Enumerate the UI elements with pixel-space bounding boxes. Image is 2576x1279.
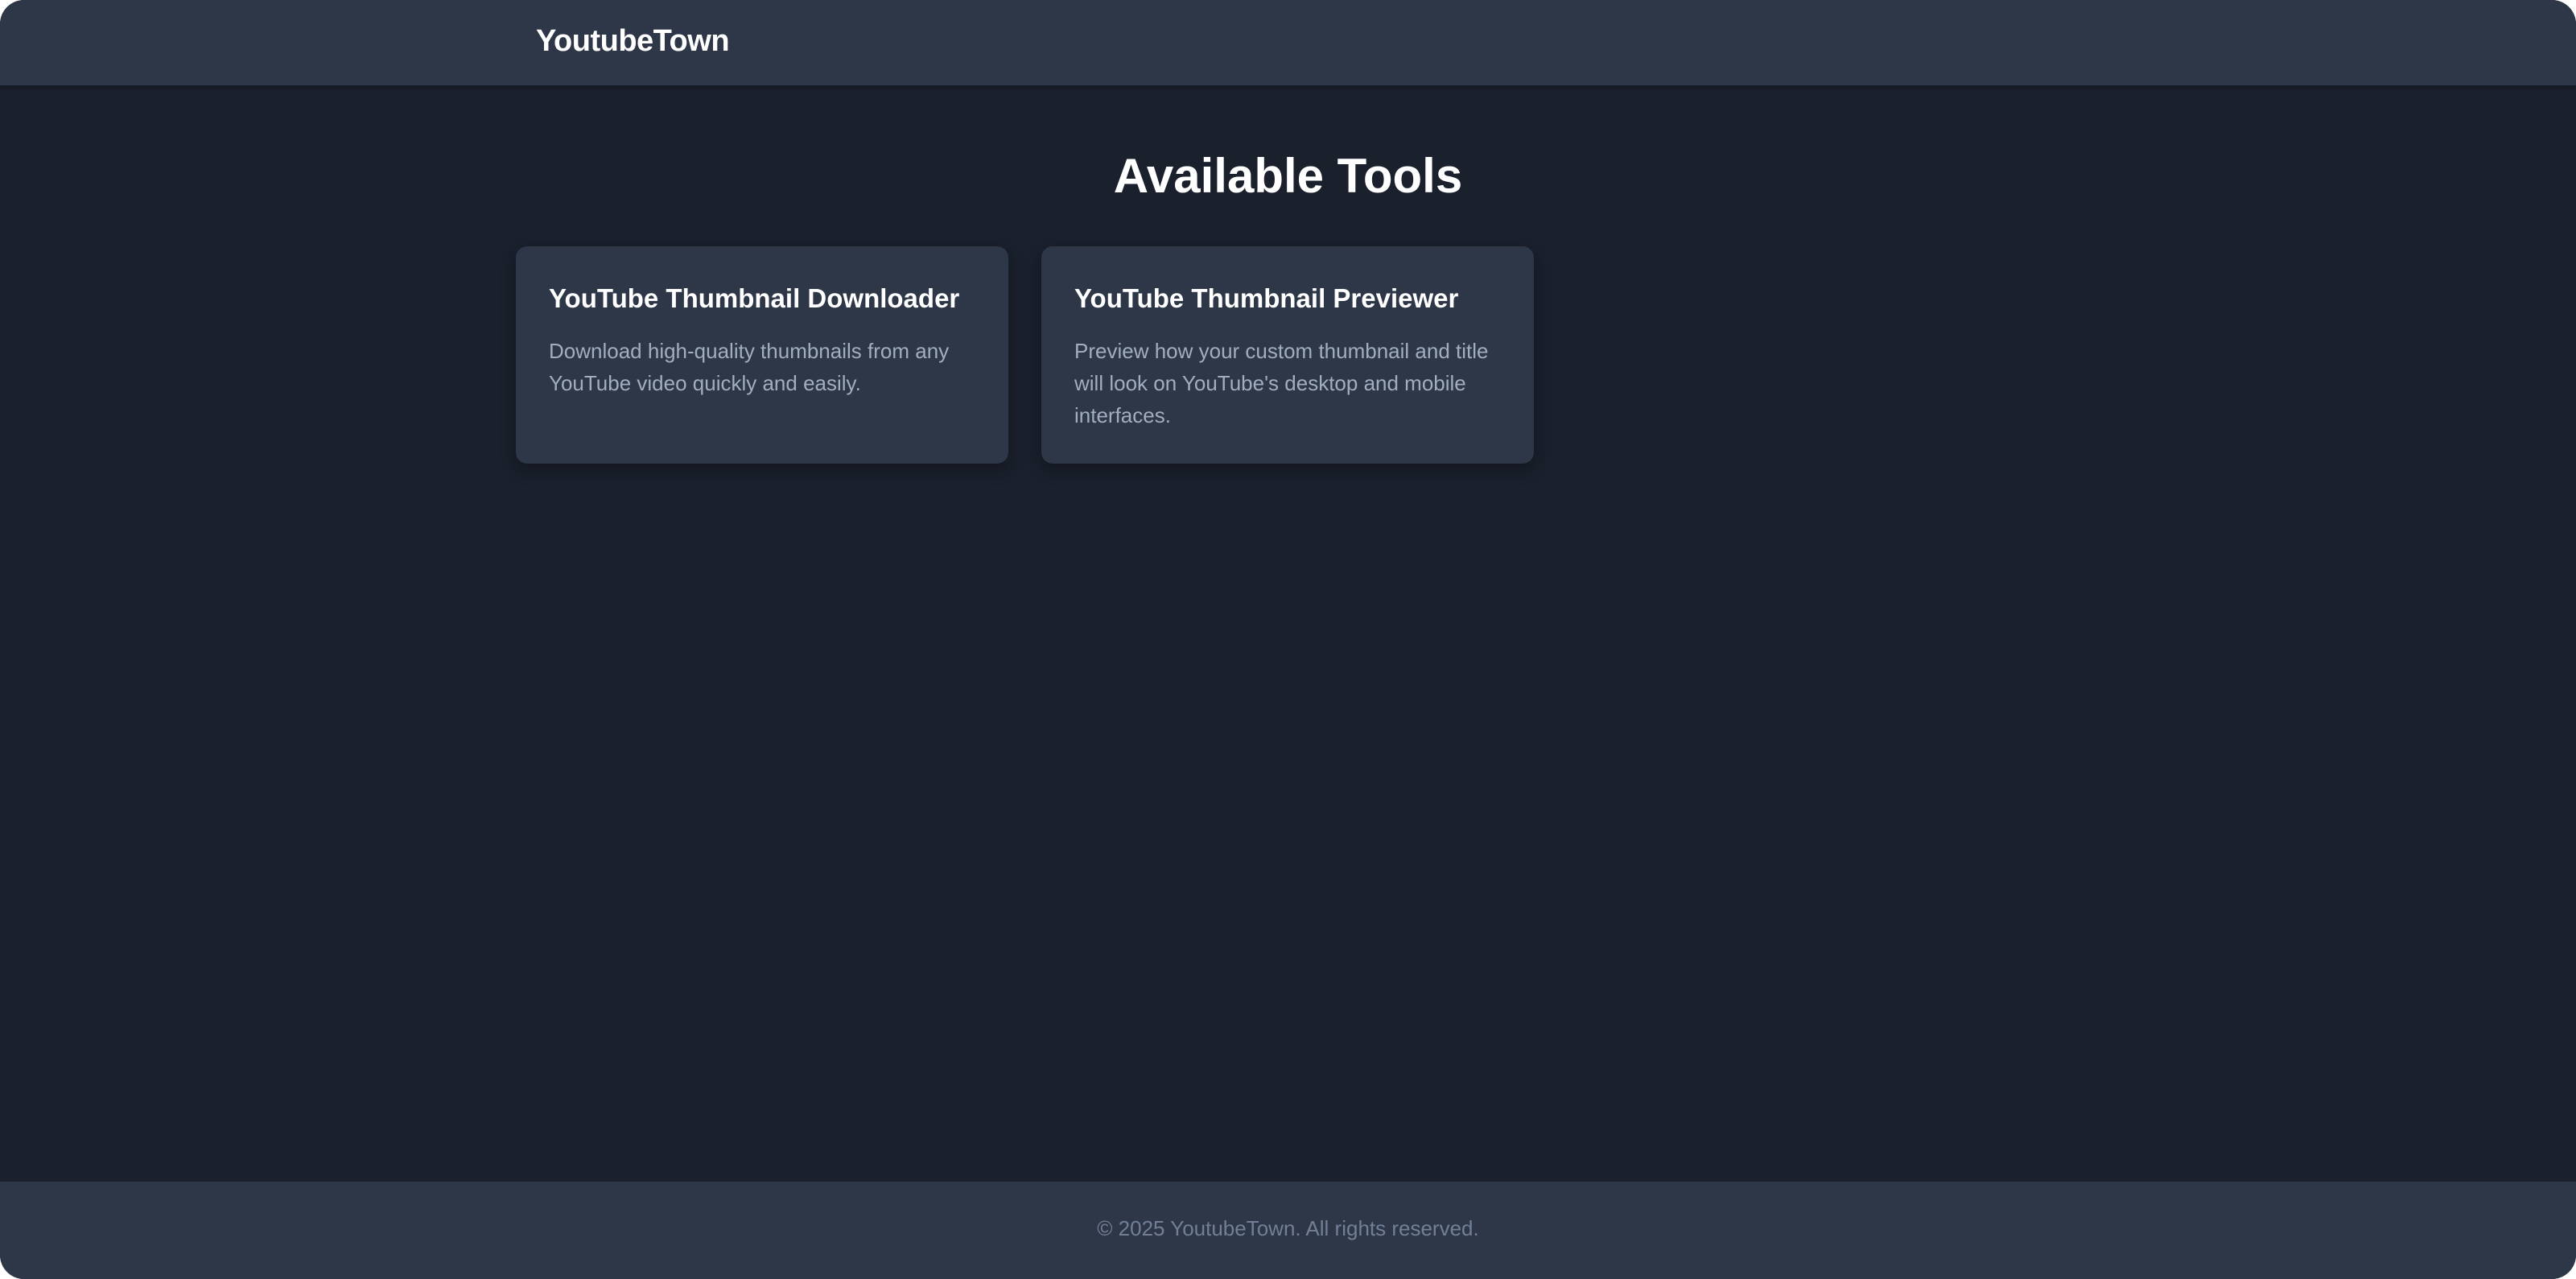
header: YoutubeTown (0, 0, 2576, 85)
page-title: Available Tools (1113, 149, 1463, 203)
tool-card-description: Download high-quality thumbnails from an… (549, 339, 950, 395)
tool-card-description: Preview how your custom thumbnail and ti… (1074, 339, 1489, 427)
tool-card-thumbnail-previewer[interactable]: YouTube Thumbnail Previewer Preview how … (1041, 246, 1534, 464)
tool-card-title: YouTube Thumbnail Previewer (1074, 283, 1459, 313)
app-window: YoutubeTown Available Tools YouTube Thum… (0, 0, 2576, 1279)
copyright-text: © 2025 YoutubeTown. All rights reserved. (1097, 1216, 1479, 1240)
tool-card-thumbnail-downloader[interactable]: YouTube Thumbnail Downloader Download hi… (516, 246, 1008, 464)
footer: © 2025 YoutubeTown. All rights reserved. (0, 1182, 2576, 1279)
tool-card-title: YouTube Thumbnail Downloader (549, 283, 960, 313)
brand-logo[interactable]: YoutubeTown (536, 24, 730, 59)
